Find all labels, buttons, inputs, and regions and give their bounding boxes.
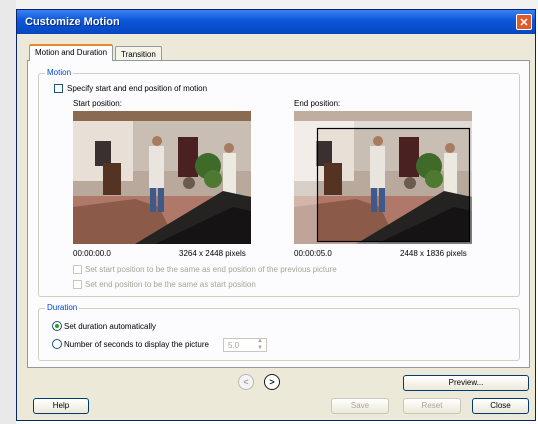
close-label: Close	[490, 401, 511, 410]
motion-legend: Motion	[45, 68, 74, 77]
tab-panel: Motion Specify start and end position of…	[27, 60, 530, 368]
forward-arrow-icon[interactable]: >	[264, 374, 280, 390]
help-label: Help	[52, 401, 70, 410]
end-position-image[interactable]	[294, 111, 472, 244]
same-as-start-checkbox[interactable]	[73, 280, 82, 289]
end-image-size: 2448 x 1836 pixels	[400, 249, 467, 258]
auto-duration-radio[interactable]	[52, 321, 62, 331]
reset-button[interactable]: Reset	[403, 398, 461, 414]
seconds-duration-label: Number of seconds to display the picture	[64, 340, 209, 349]
title-bar[interactable]: Customize Motion ✕	[17, 10, 535, 34]
start-time: 00:00:00.0	[73, 249, 111, 258]
tab-transition[interactable]: Transition	[115, 46, 162, 61]
stepper-up-icon[interactable]: ▲	[257, 338, 263, 344]
start-position-heading: Start position:	[73, 99, 122, 108]
seconds-value: 5.0	[228, 341, 240, 350]
save-button[interactable]: Save	[331, 398, 389, 414]
duration-group: Duration Set duration automatically Numb…	[38, 303, 520, 361]
start-image-size: 3264 x 2448 pixels	[179, 249, 246, 258]
room-photo	[73, 111, 251, 244]
background-window-edge	[0, 0, 16, 424]
close-icon[interactable]: ✕	[516, 14, 532, 30]
room-photo-with-frame	[294, 111, 472, 244]
stepper-down-icon[interactable]: ▼	[257, 345, 263, 351]
radio-selected-dot	[55, 324, 59, 328]
end-position-heading: End position:	[294, 99, 341, 108]
specify-motion-checkbox[interactable]	[54, 84, 63, 93]
preview-label: Preview...	[448, 378, 484, 387]
help-button[interactable]: Help	[33, 398, 89, 414]
close-button[interactable]: Close	[472, 398, 529, 414]
customize-motion-dialog: Customize Motion ✕ Motion and Duration T…	[16, 9, 536, 421]
window-title: Customize Motion	[25, 16, 120, 28]
back-arrow-icon[interactable]: <	[238, 374, 254, 390]
auto-duration-label: Set duration automatically	[64, 322, 157, 331]
save-label: Save	[350, 401, 370, 410]
preview-button[interactable]: Preview...	[403, 375, 529, 391]
end-time: 00:00:05.0	[294, 249, 332, 258]
motion-group: Motion Specify start and end position of…	[38, 68, 520, 297]
duration-legend: Duration	[45, 303, 80, 312]
tab-label: Motion and Duration	[35, 48, 108, 57]
tab-motion-and-duration[interactable]: Motion and Duration	[29, 44, 114, 61]
tab-label: Transition	[121, 50, 156, 59]
seconds-stepper[interactable]: 5.0 ▲ ▼	[223, 338, 267, 352]
reset-label: Reset	[421, 401, 443, 410]
same-as-start-label: Set end position to be the same as start…	[85, 280, 256, 289]
start-position-image[interactable]	[73, 111, 251, 244]
seconds-duration-radio[interactable]	[52, 339, 62, 349]
specify-motion-label: Specify start and end position of motion	[67, 84, 208, 93]
same-as-previous-checkbox[interactable]	[73, 265, 82, 274]
same-as-previous-label: Set start position to be the same as end…	[85, 265, 337, 274]
